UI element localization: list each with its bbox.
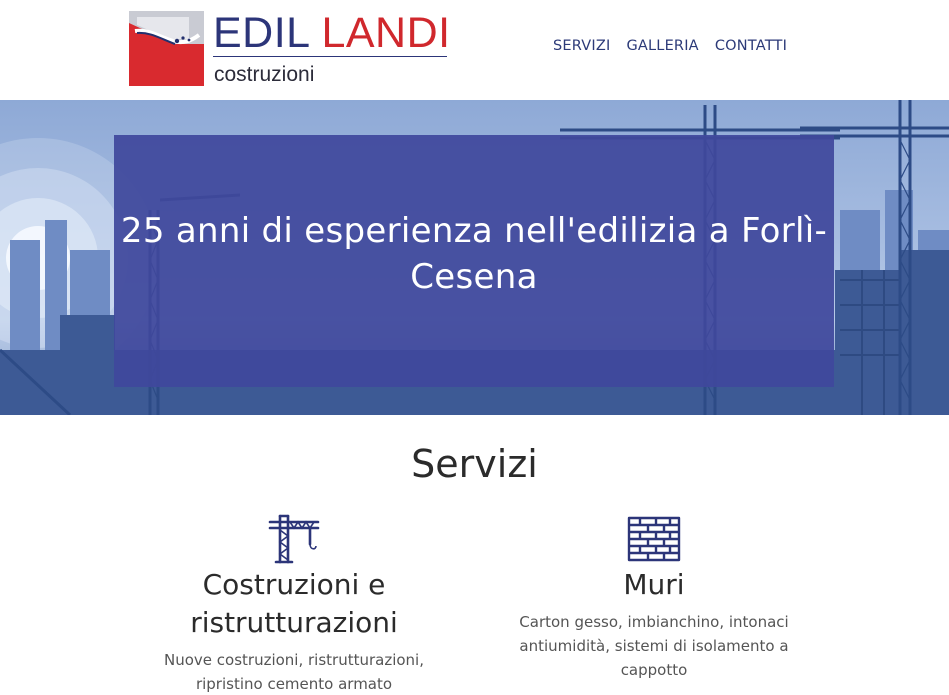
service-card-muri: Muri Carton gesso, imbianchino, intonaci…: [503, 512, 805, 682]
site-header: EDIL LANDI costruzioni SERVIZI GALLERIA …: [0, 0, 949, 100]
service-card-costruzioni: Costruzioni e ristrutturazioni Nuove cos…: [144, 512, 444, 695]
brand-name-edil: EDIL: [213, 9, 309, 57]
service-description: Carton gesso, imbianchino, intonaci anti…: [519, 613, 789, 679]
logo-mark-icon: [129, 11, 204, 86]
service-title: Muri: [623, 568, 685, 601]
services-heading: Servizi: [411, 442, 538, 486]
nav-link-contatti[interactable]: CONTATTI: [715, 36, 787, 56]
service-description: Nuove costruzioni, ristrutturazioni, rip…: [164, 651, 424, 693]
brand-logo[interactable]: EDIL LANDI costruzioni: [129, 9, 450, 87]
nav-link-servizi[interactable]: SERVIZI: [553, 36, 610, 56]
crane-icon: [268, 514, 320, 564]
brand-divider: [213, 56, 447, 57]
brand-name-landi: LANDI: [321, 9, 451, 57]
main-nav: SERVIZI GALLERIA CONTATTI: [553, 36, 787, 56]
hero-banner: 25 anni di esperienza nell'edilizia a Fo…: [0, 100, 949, 415]
brand-subtitle: costruzioni: [214, 63, 315, 86]
nav-link-galleria[interactable]: GALLERIA: [626, 36, 698, 56]
brick-wall-icon: [627, 516, 681, 562]
hero-title: 25 anni di esperienza nell'edilizia a Fo…: [120, 211, 828, 297]
service-title: Costruzioni e ristrutturazioni: [190, 568, 398, 639]
brand-name: EDIL LANDI: [213, 7, 451, 59]
